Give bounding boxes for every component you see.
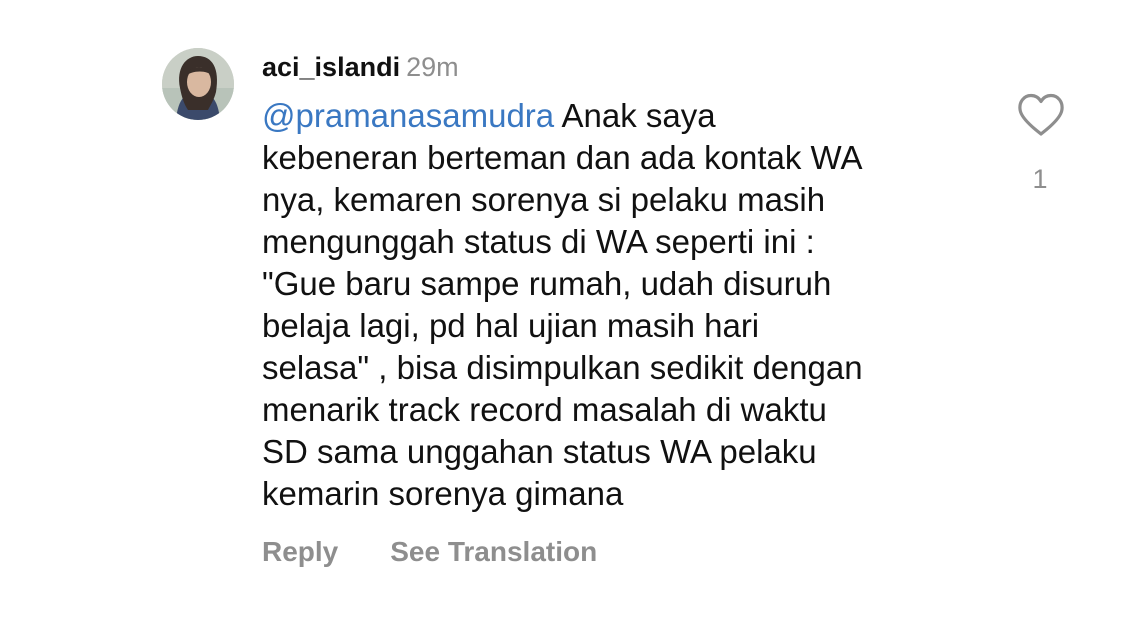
comment-line: nya, kemaren sorenya si pelaku masih [262, 181, 826, 218]
username[interactable]: aci_islandi [262, 52, 400, 82]
avatar[interactable] [162, 48, 234, 120]
comment-line: kemarin sorenya gimana [262, 475, 624, 512]
comment-line: menarik track record masalah di waktu [262, 391, 827, 428]
comment: aci_islandi 29m @pramanasamudra Anak saya… [0, 0, 1124, 629]
like-count: 1 [1032, 164, 1048, 194]
comment-text: @pramanasamudra Anak saya kebeneran bert… [262, 95, 982, 515]
reply-button[interactable]: Reply [262, 536, 338, 568]
comment-line-text: Anak saya [554, 97, 716, 134]
comment-line: belaja lagi, pd hal ujian masih hari [262, 307, 760, 344]
comment-line: mengunggah status di WA seperti ini : [262, 223, 815, 260]
comment-line: @pramanasamudra Anak saya [262, 95, 982, 137]
timestamp: 29m [406, 52, 459, 82]
profile-photo-icon [162, 48, 234, 120]
comment-line: kebeneran berteman dan ada kontak WA [262, 139, 863, 176]
like-button[interactable] [1016, 92, 1066, 138]
comment-actions: Reply See Translation [262, 536, 597, 568]
heart-outline-icon [1018, 93, 1064, 136]
comment-line: SD sama unggahan status WA pelaku [262, 433, 817, 470]
see-translation-button[interactable]: See Translation [390, 536, 597, 568]
comment-header: aci_islandi 29m [262, 50, 459, 84]
comment-line: "Gue baru sampe rumah, udah disuruh [262, 265, 832, 302]
comment-line: selasa" , bisa disimpulkan sedikit denga… [262, 349, 863, 386]
mention-link[interactable]: @pramanasamudra [262, 97, 554, 134]
